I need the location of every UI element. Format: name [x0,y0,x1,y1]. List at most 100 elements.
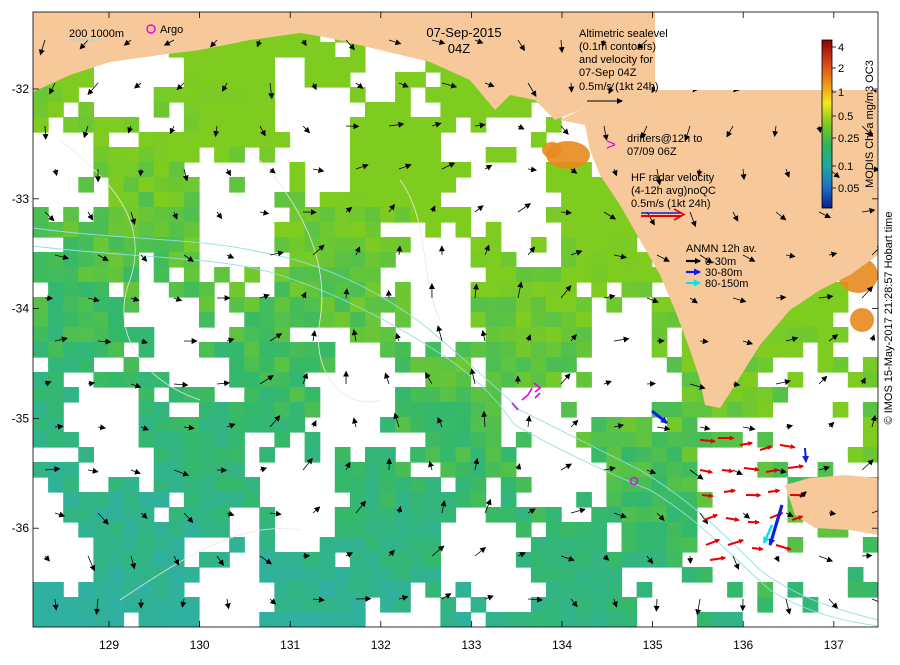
chlorophyll-cell [395,237,411,253]
chlorophyll-cell [395,102,411,118]
chlorophyll-cell [440,432,456,448]
chlorophyll-cell [622,522,638,538]
chlorophyll-cell [425,222,441,238]
chlorophyll-cell [274,327,290,343]
chlorophyll-cell [863,417,879,433]
chlorophyll-cell [486,462,502,478]
chlorophyll-cell [652,522,668,538]
colorbar-ramp [822,40,832,208]
chlorophyll-cell [395,597,411,613]
chlorophyll-cell [184,267,200,283]
chlorophyll-cell [63,597,79,613]
chlorophyll-cell [561,207,577,223]
chlorophyll-cell [425,192,441,208]
chlorophyll-cell [93,597,109,613]
chlorophyll-cell [350,132,366,148]
chlorophyll-cell [335,477,351,493]
chlorophyll-cell [290,282,306,298]
chlorophyll-cell [290,177,306,193]
chlorophyll-cell [440,417,456,433]
chlorophyll-cell [471,462,487,478]
chlorophyll-cell [456,447,472,463]
chlorophyll-cell [395,552,411,568]
chlorophyll-cell [546,552,562,568]
chlorophyll-cell [63,87,79,103]
chlorophyll-cell [305,567,321,583]
chlorophyll-cell [410,387,426,403]
chlorophyll-cell [410,357,426,373]
chlorophyll-cell [456,417,472,433]
chlorophyll-cell [546,297,562,313]
chlorophyll-cell [184,222,200,238]
chlorophyll-cell [350,267,366,283]
chlorophyll-cell [682,432,698,448]
chlorophyll-cell [350,462,366,478]
chlorophyll-cell [425,132,441,148]
chlorophyll-cell [259,402,275,418]
chlorophyll-cell [456,162,472,178]
chlorophyll-cell [63,117,79,133]
chlorophyll-cell [591,252,607,268]
chlorophyll-cell [350,117,366,133]
chlorophyll-cell [229,357,245,373]
chlorophyll-cell [48,417,64,433]
chlorophyll-cell [229,87,245,103]
chlorophyll-cell [124,552,140,568]
chlorophyll-cell [833,327,849,343]
chlorophyll-cell [350,147,366,163]
chlorophyll-cell [139,327,155,343]
chlorophyll-cell [78,492,94,508]
chlorophyll-cell [244,477,260,493]
chlorophyll-cell [697,612,713,628]
chlorophyll-cell [425,507,441,523]
chlorophyll-cell [169,387,185,403]
chlorophyll-cell [124,477,140,493]
chlorophyll-cell [516,507,532,523]
chlorophyll-cell [410,132,426,148]
chlorophyll-cell [531,297,547,313]
chlorophyll-cell [93,342,109,358]
chlorophyll-cell [591,567,607,583]
chlorophyll-cell [305,312,321,328]
chlorophyll-cell [652,297,668,313]
chlorophyll-cell [199,117,215,133]
chlorophyll-cell [456,222,472,238]
chlorophyll-cell [667,402,683,418]
chlorophyll-cell [561,177,577,193]
chlorophyll-cell [365,552,381,568]
chlorophyll-cell [365,162,381,178]
chlorophyll-cell [108,147,124,163]
chlorophyll-cell [290,567,306,583]
chlorophyll-cell [305,402,321,418]
chlorophyll-cell [184,192,200,208]
chlorophyll-cell [652,342,668,358]
velocity-arrow [862,556,872,557]
chlorophyll-cell [335,507,351,523]
chlorophyll-cell [365,177,381,193]
chlorophyll-cell [63,282,79,298]
chlorophyll-cell [576,552,592,568]
chlorophyll-cell [350,297,366,313]
chlorophyll-cell [33,597,49,613]
chlorophyll-cell [380,117,396,133]
chlorophyll-cell [108,522,124,538]
chlorophyll-cell [290,312,306,328]
chlorophyll-cell [591,522,607,538]
chlorophyll-cell [214,417,230,433]
chlorophyll-cell [274,612,290,628]
chlorophyll-cell [456,462,472,478]
chlorophyll-cell [471,417,487,433]
chlorophyll-cell [757,432,773,448]
chlorophyll-cell [561,522,577,538]
chlorophyll-cell [78,447,94,463]
chlorophyll-cell [803,327,819,343]
hf-radar-legend-line-3: 0.5m/s (1kt 24h) [631,198,710,210]
chlorophyll-cell [169,537,185,553]
x-tick-label: 133 [461,638,481,652]
chlorophyll-cell [410,417,426,433]
chlorophyll-cell [33,327,49,343]
chlorophyll-cell [350,477,366,493]
chlorophyll-cell [365,297,381,313]
chlorophyll-cell [380,447,396,463]
chlorophyll-cell [531,342,547,358]
